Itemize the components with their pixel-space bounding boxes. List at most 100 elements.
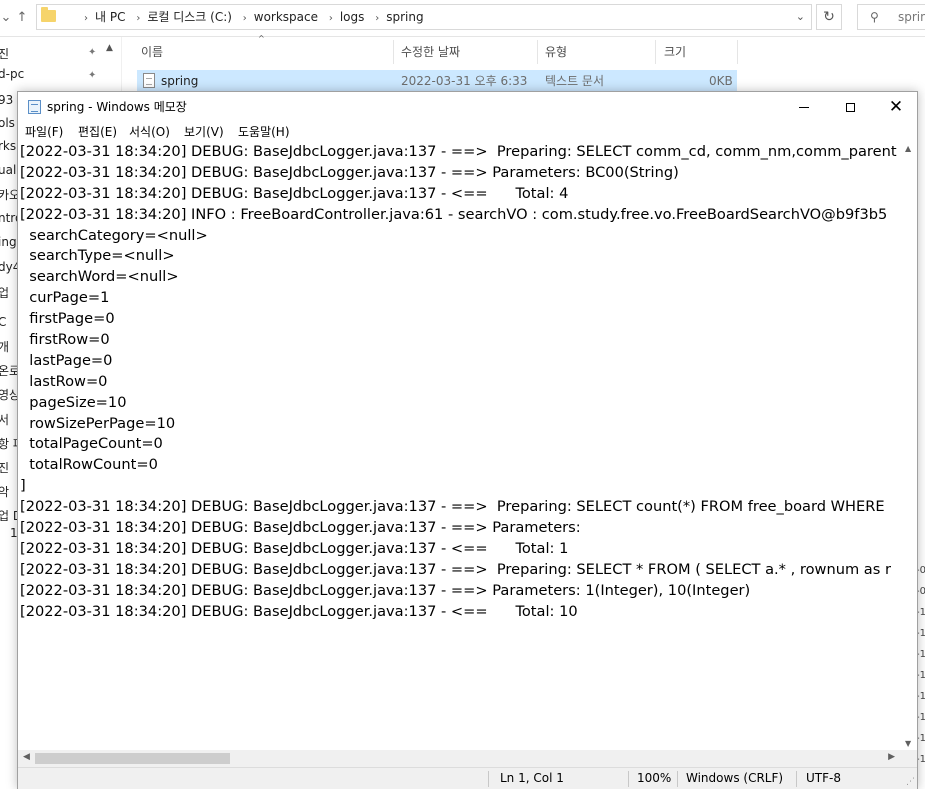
text-line: pageSize=10 (20, 393, 127, 411)
folder-icon (41, 7, 56, 22)
vertical-scrollbar[interactable]: ▲ ▼ (900, 142, 917, 750)
status-divider (677, 771, 678, 787)
scroll-right-icon[interactable]: ▶ (888, 752, 895, 762)
scroll-up-icon[interactable]: ▲ (106, 43, 113, 53)
scroll-left-icon[interactable]: ◀ (23, 752, 30, 762)
text-line: [2022-03-31 18:34:20] DEBUG: BaseJdbcLog… (20, 143, 897, 160)
nav-item[interactable]: ing (0, 235, 17, 249)
chevron-right-icon: › (84, 13, 88, 24)
text-line: searchCategory=<null> (20, 226, 208, 244)
menu-view[interactable]: 보기(V) (184, 122, 224, 142)
search-icon: ⚲ (870, 10, 879, 24)
breadcrumb-item[interactable]: logs (340, 10, 365, 24)
cursor-position: Ln 1, Col 1 (500, 771, 564, 785)
horizontal-scrollbar[interactable]: ◀ ▶ (18, 750, 900, 767)
nav-item[interactable]: 93 (0, 93, 13, 107)
text-line: [2022-03-31 18:34:20] DEBUG: BaseJdbcLog… (20, 560, 891, 578)
column-header-name[interactable]: 이름 (141, 40, 163, 64)
menu-format[interactable]: 서식(O) (129, 122, 170, 142)
pin-icon[interactable]: ✦ (88, 70, 96, 81)
resize-grip-icon[interactable]: ⋰ (906, 777, 915, 787)
nav-item[interactable]: ols (0, 116, 15, 130)
menu-help[interactable]: 도움말(H) (238, 122, 290, 142)
status-bar: Ln 1, Col 1 100% Windows (CRLF) UTF-8 ⋰ (18, 767, 917, 789)
zoom-level: 100% (637, 771, 672, 785)
breadcrumb: › 내 PC › 로컬 디스크 (C:) › workspace › logs › spr… (77, 5, 424, 29)
notepad-title-bar[interactable]: spring - Windows 메모장 ✕ (18, 92, 917, 122)
up-arrow-icon[interactable]: ↑ (12, 6, 32, 30)
status-divider (628, 771, 629, 787)
text-line: lastRow=0 (20, 372, 108, 390)
breadcrumb-item[interactable]: spring (386, 10, 423, 24)
chevron-right-icon: › (328, 13, 333, 24)
notepad-window: spring - Windows 메모장 ✕ 파일(F) 편집(E) 서식(O)… (17, 91, 918, 789)
chevron-right-icon: › (242, 13, 247, 24)
column-header-modified[interactable]: 수정한 날짜 (401, 40, 460, 64)
search-box[interactable]: ⚲ sprin (857, 4, 925, 30)
close-icon: ✕ (888, 97, 904, 117)
scroll-up-icon[interactable]: ▲ (905, 144, 911, 153)
column-header-size[interactable]: 크기 (664, 40, 686, 64)
pin-icon[interactable]: ✦ (88, 47, 96, 58)
text-line: rowSizePerPage=10 (20, 414, 176, 432)
text-line: [2022-03-31 18:34:20] DEBUG: BaseJdbcLog… (20, 184, 569, 202)
column-divider[interactable] (737, 40, 738, 64)
scrollbar-corner (900, 750, 917, 767)
status-divider (796, 771, 797, 787)
file-row-spring[interactable]: spring 2022-03-31 오후 6:33 텍스트 문서 0KB (137, 70, 737, 92)
text-line: firstRow=0 (20, 331, 110, 349)
column-divider[interactable] (393, 40, 394, 64)
column-divider[interactable] (537, 40, 538, 64)
nav-item[interactable]: d-pc (0, 67, 24, 81)
column-header-type[interactable]: 유형 (545, 40, 567, 64)
nav-item[interactable]: 서 (0, 411, 9, 428)
text-line: [2022-03-31 18:34:20] DEBUG: BaseJdbcLog… (20, 498, 885, 516)
text-file-icon (143, 73, 155, 88)
menu-edit[interactable]: 편집(E) (78, 122, 117, 142)
text-editor-area[interactable]: [2022-03-31 18:34:20] DEBUG: BaseJdbcLog… (20, 142, 900, 750)
nav-item[interactable]: 개 (0, 338, 9, 355)
text-line: searchType=<null> (20, 247, 175, 265)
address-bar[interactable]: › 내 PC › 로컬 디스크 (C:) › workspace › logs › spr… (36, 4, 812, 30)
nav-item[interactable]: ual (0, 163, 16, 177)
text-line: ] (20, 477, 26, 495)
refresh-icon[interactable]: ↻ (816, 4, 842, 30)
minimize-button[interactable] (781, 92, 827, 122)
maximize-button[interactable] (827, 92, 873, 122)
search-placeholder: sprin (898, 10, 925, 24)
text-line: [2022-03-31 18:34:20] DEBUG: BaseJdbcLog… (20, 539, 569, 557)
text-line: lastPage=0 (20, 351, 113, 369)
horizontal-scroll-thumb[interactable] (35, 753, 230, 764)
nav-item[interactable]: C (0, 315, 6, 329)
encoding: UTF-8 (806, 771, 841, 785)
text-line: totalRowCount=0 (20, 456, 158, 474)
text-line: [2022-03-31 18:34:20] DEBUG: BaseJdbcLog… (20, 581, 751, 599)
nav-item[interactable]: 업 (0, 284, 9, 301)
nav-item[interactable]: 진 (0, 459, 9, 476)
file-type: 텍스트 문서 (545, 74, 605, 88)
close-button[interactable]: ✕ (873, 92, 919, 122)
text-line: [2022-03-31 18:34:20] DEBUG: BaseJdbcLog… (20, 602, 578, 620)
text-line: firstPage=0 (20, 310, 115, 328)
breadcrumb-item[interactable]: 내 PC (95, 10, 125, 24)
text-line: totalPageCount=0 (20, 435, 163, 453)
breadcrumb-item[interactable]: 로컬 디스크 (C:) (147, 10, 232, 24)
file-size: 0KB (709, 74, 733, 88)
maximize-icon (845, 102, 855, 112)
file-modified: 2022-03-31 오후 6:33 (401, 74, 528, 88)
file-name: spring (161, 74, 199, 88)
nav-item[interactable]: 진 (0, 45, 9, 62)
notepad-app-icon[interactable] (28, 100, 41, 114)
chevron-right-icon: › (375, 13, 380, 24)
text-line: searchWord=<null> (20, 268, 179, 286)
text-line: [2022-03-31 18:34:20] DEBUG: BaseJdbcLog… (20, 163, 679, 181)
menu-file[interactable]: 파일(F) (25, 122, 63, 142)
status-divider (488, 771, 489, 787)
scroll-down-icon[interactable]: ▼ (905, 739, 911, 748)
chevron-right-icon: › (136, 13, 141, 24)
breadcrumb-item[interactable]: workspace (254, 10, 318, 24)
explorer-toolbar: ⌄ ↑ › 내 PC › 로컬 디스크 (C:) › workspace › logs … (0, 0, 925, 37)
nav-item[interactable]: 악 (0, 483, 9, 500)
column-divider[interactable] (655, 40, 656, 64)
address-dropdown-icon[interactable]: ⌄ (796, 5, 805, 29)
